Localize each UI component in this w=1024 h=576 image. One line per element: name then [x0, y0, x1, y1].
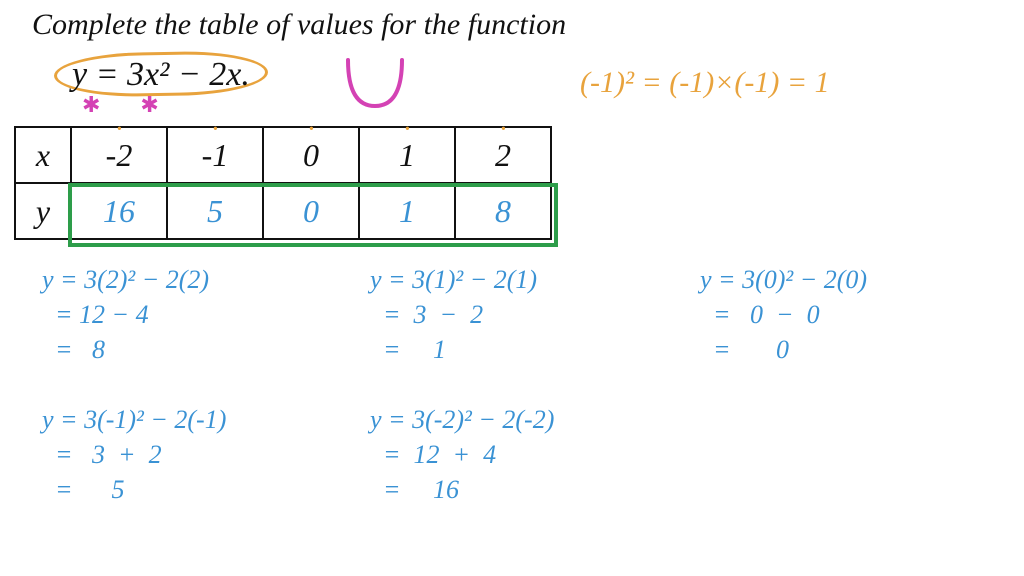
work-line: = 16 [370, 475, 459, 504]
function-equation-wrap: y = 3x² − 2x. ✱✱ [54, 52, 268, 96]
work-xneg2: y = 3(-2)² − 2(-2) = 12 + 4 = 16 [370, 402, 554, 507]
work-line: = 12 + 4 [370, 440, 496, 469]
work-line: = 0 − 0 [700, 300, 820, 329]
x-cell: 1 [359, 127, 455, 183]
work-line: = 3 + 2 [42, 440, 162, 469]
work-line: = 12 − 4 [42, 300, 149, 329]
work-xneg1: y = 3(-1)² − 2(-1) = 3 + 2 = 5 [42, 402, 226, 507]
work-line: y = 3(-1)² − 2(-1) [42, 405, 226, 434]
work-x0: y = 3(0)² − 2(0) = 0 − 0 = 0 [700, 262, 867, 367]
x-cell: 0 [263, 127, 359, 183]
work-line: = 5 [42, 475, 125, 504]
page-title: Complete the table of values for the fun… [32, 8, 566, 42]
work-line: y = 3(0)² − 2(0) [700, 265, 867, 294]
table-row-x: x -2 -1 0 1 2 [15, 127, 551, 183]
work-line: y = 3(1)² − 2(1) [370, 265, 537, 294]
work-x1: y = 3(1)² − 2(1) = 3 − 2 = 1 [370, 262, 537, 367]
work-line: = 1 [370, 335, 446, 364]
parabola-u-icon [340, 56, 410, 112]
work-line: = 0 [700, 335, 789, 364]
x-cell: 2 [455, 127, 551, 183]
work-x2: y = 3(2)² − 2(2) = 12 − 4 = 8 [42, 262, 209, 367]
work-line: = 8 [42, 335, 105, 364]
function-equation: y = 3x² − 2x. [54, 52, 268, 96]
x-cell: -1 [167, 127, 263, 183]
green-answer-box [68, 183, 558, 247]
work-line: = 3 − 2 [370, 300, 483, 329]
work-line: y = 3(-2)² − 2(-2) [370, 405, 554, 434]
y-header: y [15, 183, 71, 239]
x-cell: -2 [71, 127, 167, 183]
magenta-asterisks: ✱✱ [82, 92, 199, 118]
x-header: x [15, 127, 71, 183]
squaring-note: (-1)² = (-1)×(-1) = 1 [580, 66, 830, 100]
work-line: y = 3(2)² − 2(2) [42, 265, 209, 294]
